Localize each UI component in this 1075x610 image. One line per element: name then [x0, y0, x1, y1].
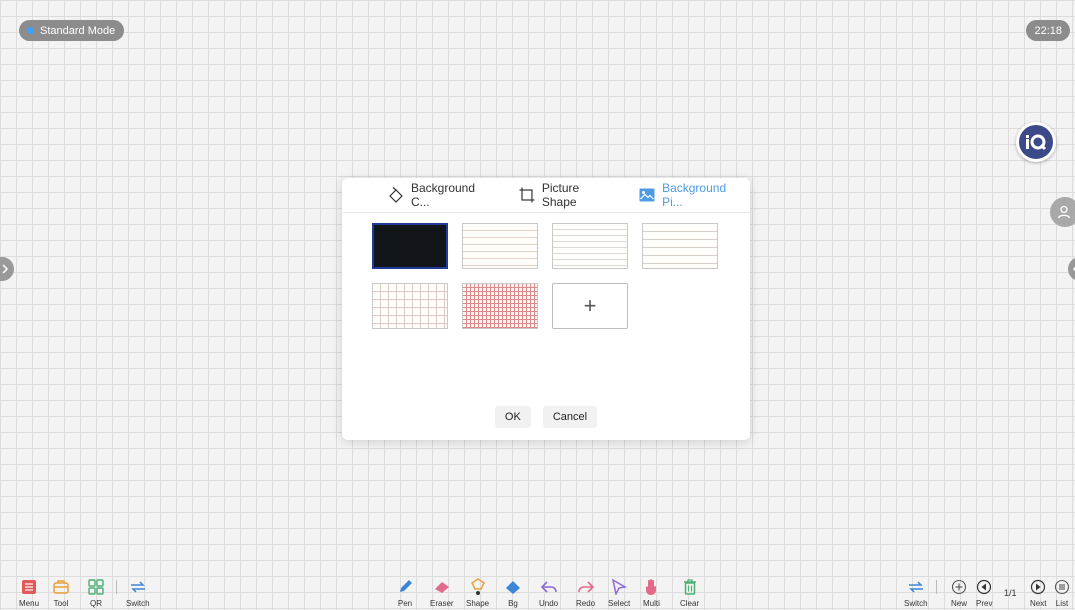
- qr-button[interactable]: QR: [88, 576, 104, 608]
- multi-touch-button[interactable]: Multi: [643, 576, 660, 608]
- prev-icon: [977, 579, 992, 595]
- tab-background-picture[interactable]: Background Pi...: [639, 181, 750, 209]
- shape-label: Shape: [466, 599, 490, 608]
- qr-icon: [88, 579, 104, 595]
- bg-label: Bg: [508, 599, 518, 608]
- menu-icon: [22, 580, 36, 594]
- switch-label: Switch: [126, 599, 150, 608]
- plus-circle-icon: [951, 579, 967, 595]
- multi-touch-icon: [646, 579, 657, 595]
- bg-button[interactable]: Bg: [505, 576, 521, 608]
- right-side-handle[interactable]: [1068, 257, 1075, 281]
- background-option-grid-light[interactable]: [372, 283, 448, 329]
- new-page-button[interactable]: New: [951, 576, 967, 608]
- image-icon: [639, 188, 655, 202]
- switch-label: Switch: [904, 599, 928, 608]
- select-label: Select: [608, 599, 631, 608]
- select-icon: [612, 579, 628, 595]
- iq-logo-icon: [1026, 134, 1047, 151]
- switch-icon: [130, 581, 145, 593]
- ok-button[interactable]: OK: [494, 406, 531, 428]
- bottom-toolbar: Menu Tool QR Switch Pen Eraser Shape Bg …: [0, 574, 1075, 610]
- undo-button[interactable]: Undo: [539, 576, 558, 608]
- background-option-black[interactable]: [372, 223, 448, 269]
- shape-icon: [470, 578, 485, 595]
- new-label: New: [951, 599, 968, 608]
- next-icon: [1031, 579, 1046, 595]
- background-thumbnails: +: [372, 223, 718, 329]
- undo-label: Undo: [539, 599, 559, 608]
- tab-background-color[interactable]: Background C...: [388, 181, 497, 209]
- menu-button[interactable]: Menu: [19, 576, 39, 608]
- switch-button-left[interactable]: Switch: [126, 576, 150, 608]
- clock: 22:18: [1026, 20, 1070, 41]
- switch-icon: [908, 581, 923, 593]
- user-icon: [1057, 205, 1071, 219]
- switch-button-right[interactable]: Switch: [904, 576, 928, 608]
- pen-icon: [400, 580, 412, 592]
- cancel-button[interactable]: Cancel: [542, 406, 598, 428]
- iq-assistant-button[interactable]: [1016, 122, 1056, 162]
- tab-label: Picture Shape: [541, 181, 580, 209]
- chevron-right-icon: [2, 264, 9, 274]
- background-option-lined-gray[interactable]: [552, 223, 628, 269]
- menu-label: Menu: [19, 599, 40, 608]
- background-dialog: Background C... Picture Shape Background…: [342, 178, 750, 440]
- qr-label: QR: [90, 599, 102, 608]
- clear-label: Clear: [680, 599, 700, 608]
- tab-picture-shape[interactable]: Picture Shape: [519, 181, 617, 209]
- toolbar-divider: [936, 580, 937, 594]
- page-indicator: 1/1: [1004, 588, 1017, 598]
- mode-label: Standard Mode: [40, 24, 116, 37]
- eraser-button[interactable]: Eraser: [430, 576, 454, 608]
- mode-status-dot: [27, 27, 34, 34]
- redo-label: Redo: [576, 599, 596, 608]
- redo-icon: [577, 581, 594, 593]
- shape-button[interactable]: Shape: [466, 576, 489, 608]
- trash-icon: [683, 579, 696, 595]
- prev-page-button[interactable]: Prev: [976, 576, 992, 608]
- tab-label: Background C...: [410, 181, 476, 209]
- background-option-lined-wide[interactable]: [642, 223, 718, 269]
- fill-color-icon: [389, 187, 403, 203]
- multi-label: Multi: [643, 599, 660, 608]
- add-background-button[interactable]: +: [552, 283, 628, 329]
- clock-time: 22:18: [1034, 24, 1062, 37]
- toolbox-icon: [53, 580, 69, 594]
- left-side-handle[interactable]: [0, 257, 14, 281]
- mode-indicator[interactable]: Standard Mode: [19, 20, 125, 41]
- toolbar-divider: [116, 580, 117, 594]
- background-option-grid-red[interactable]: [462, 283, 538, 329]
- redo-button[interactable]: Redo: [576, 576, 595, 608]
- eraser-label: Eraser: [430, 599, 454, 608]
- tool-label: Tool: [53, 599, 69, 608]
- select-button[interactable]: Select: [608, 576, 630, 608]
- undo-icon: [540, 581, 557, 593]
- tab-label: Background Pi...: [662, 181, 727, 209]
- crop-frame-icon: [519, 187, 535, 203]
- clear-button[interactable]: Clear: [680, 576, 699, 608]
- pen-label: Pen: [397, 599, 413, 608]
- list-icon: [1054, 579, 1070, 595]
- pen-button[interactable]: Pen: [397, 576, 413, 608]
- next-page-button[interactable]: Next: [1030, 576, 1046, 608]
- tool-button[interactable]: Tool: [53, 576, 69, 608]
- user-panel-button[interactable]: [1050, 197, 1075, 227]
- plus-icon: +: [583, 293, 597, 318]
- bg-icon: [506, 581, 520, 594]
- list-label: List: [1055, 599, 1069, 608]
- prev-label: Prev: [976, 599, 993, 608]
- dialog-tabs: Background C... Picture Shape Background…: [342, 178, 750, 213]
- background-option-lined-red[interactable]: [462, 223, 538, 269]
- next-label: Next: [1030, 599, 1047, 608]
- dialog-actions: OK Cancel: [342, 406, 750, 428]
- page-list-button[interactable]: List: [1054, 576, 1070, 608]
- eraser-icon: [434, 582, 449, 593]
